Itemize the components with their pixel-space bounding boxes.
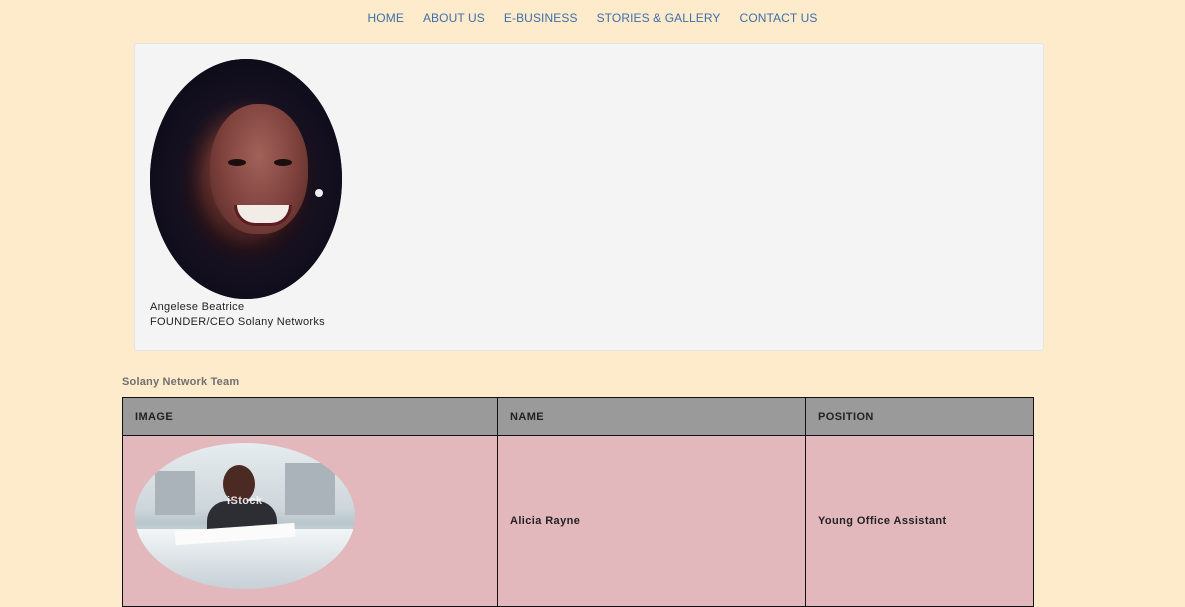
team-member-name: Alicia Rayne: [497, 435, 806, 607]
founder-name: Angelese Beatrice: [150, 301, 245, 313]
founder-title: FOUNDER/CEO Solany Networks: [150, 316, 325, 328]
column-header-name: NAME: [497, 397, 806, 436]
main-nav: HOME ABOUT US E-BUSINESS STORIES & GALLE…: [0, 11, 1185, 25]
founder-photo: [150, 59, 342, 299]
team-table: IMAGE NAME POSITION iStock Alicia Rayne …: [122, 397, 1034, 607]
table-row: iStock Alicia Rayne Young Office Assista…: [122, 435, 1034, 607]
nav-contact-us-link[interactable]: CONTACT US: [740, 11, 818, 25]
team-member-photo: iStock: [135, 443, 355, 589]
table-header-row: IMAGE NAME POSITION: [122, 397, 1034, 436]
team-image-cell: iStock: [122, 435, 498, 607]
team-heading: Solany Network Team: [122, 376, 240, 388]
watermark-text: iStock: [227, 495, 263, 507]
nav-e-business-link[interactable]: E-BUSINESS: [504, 11, 578, 25]
nav-stories-gallery-link[interactable]: STORIES & GALLERY: [597, 11, 721, 25]
nav-home-link[interactable]: HOME: [368, 11, 404, 25]
founder-card: Angelese Beatrice FOUNDER/CEO Solany Net…: [134, 43, 1044, 351]
nav-about-us-link[interactable]: ABOUT US: [423, 11, 485, 25]
column-header-image: IMAGE: [122, 397, 498, 436]
column-header-position: POSITION: [805, 397, 1034, 436]
team-member-position: Young Office Assistant: [805, 435, 1034, 607]
founder-caption: Angelese Beatrice FOUNDER/CEO Solany Net…: [150, 300, 325, 330]
